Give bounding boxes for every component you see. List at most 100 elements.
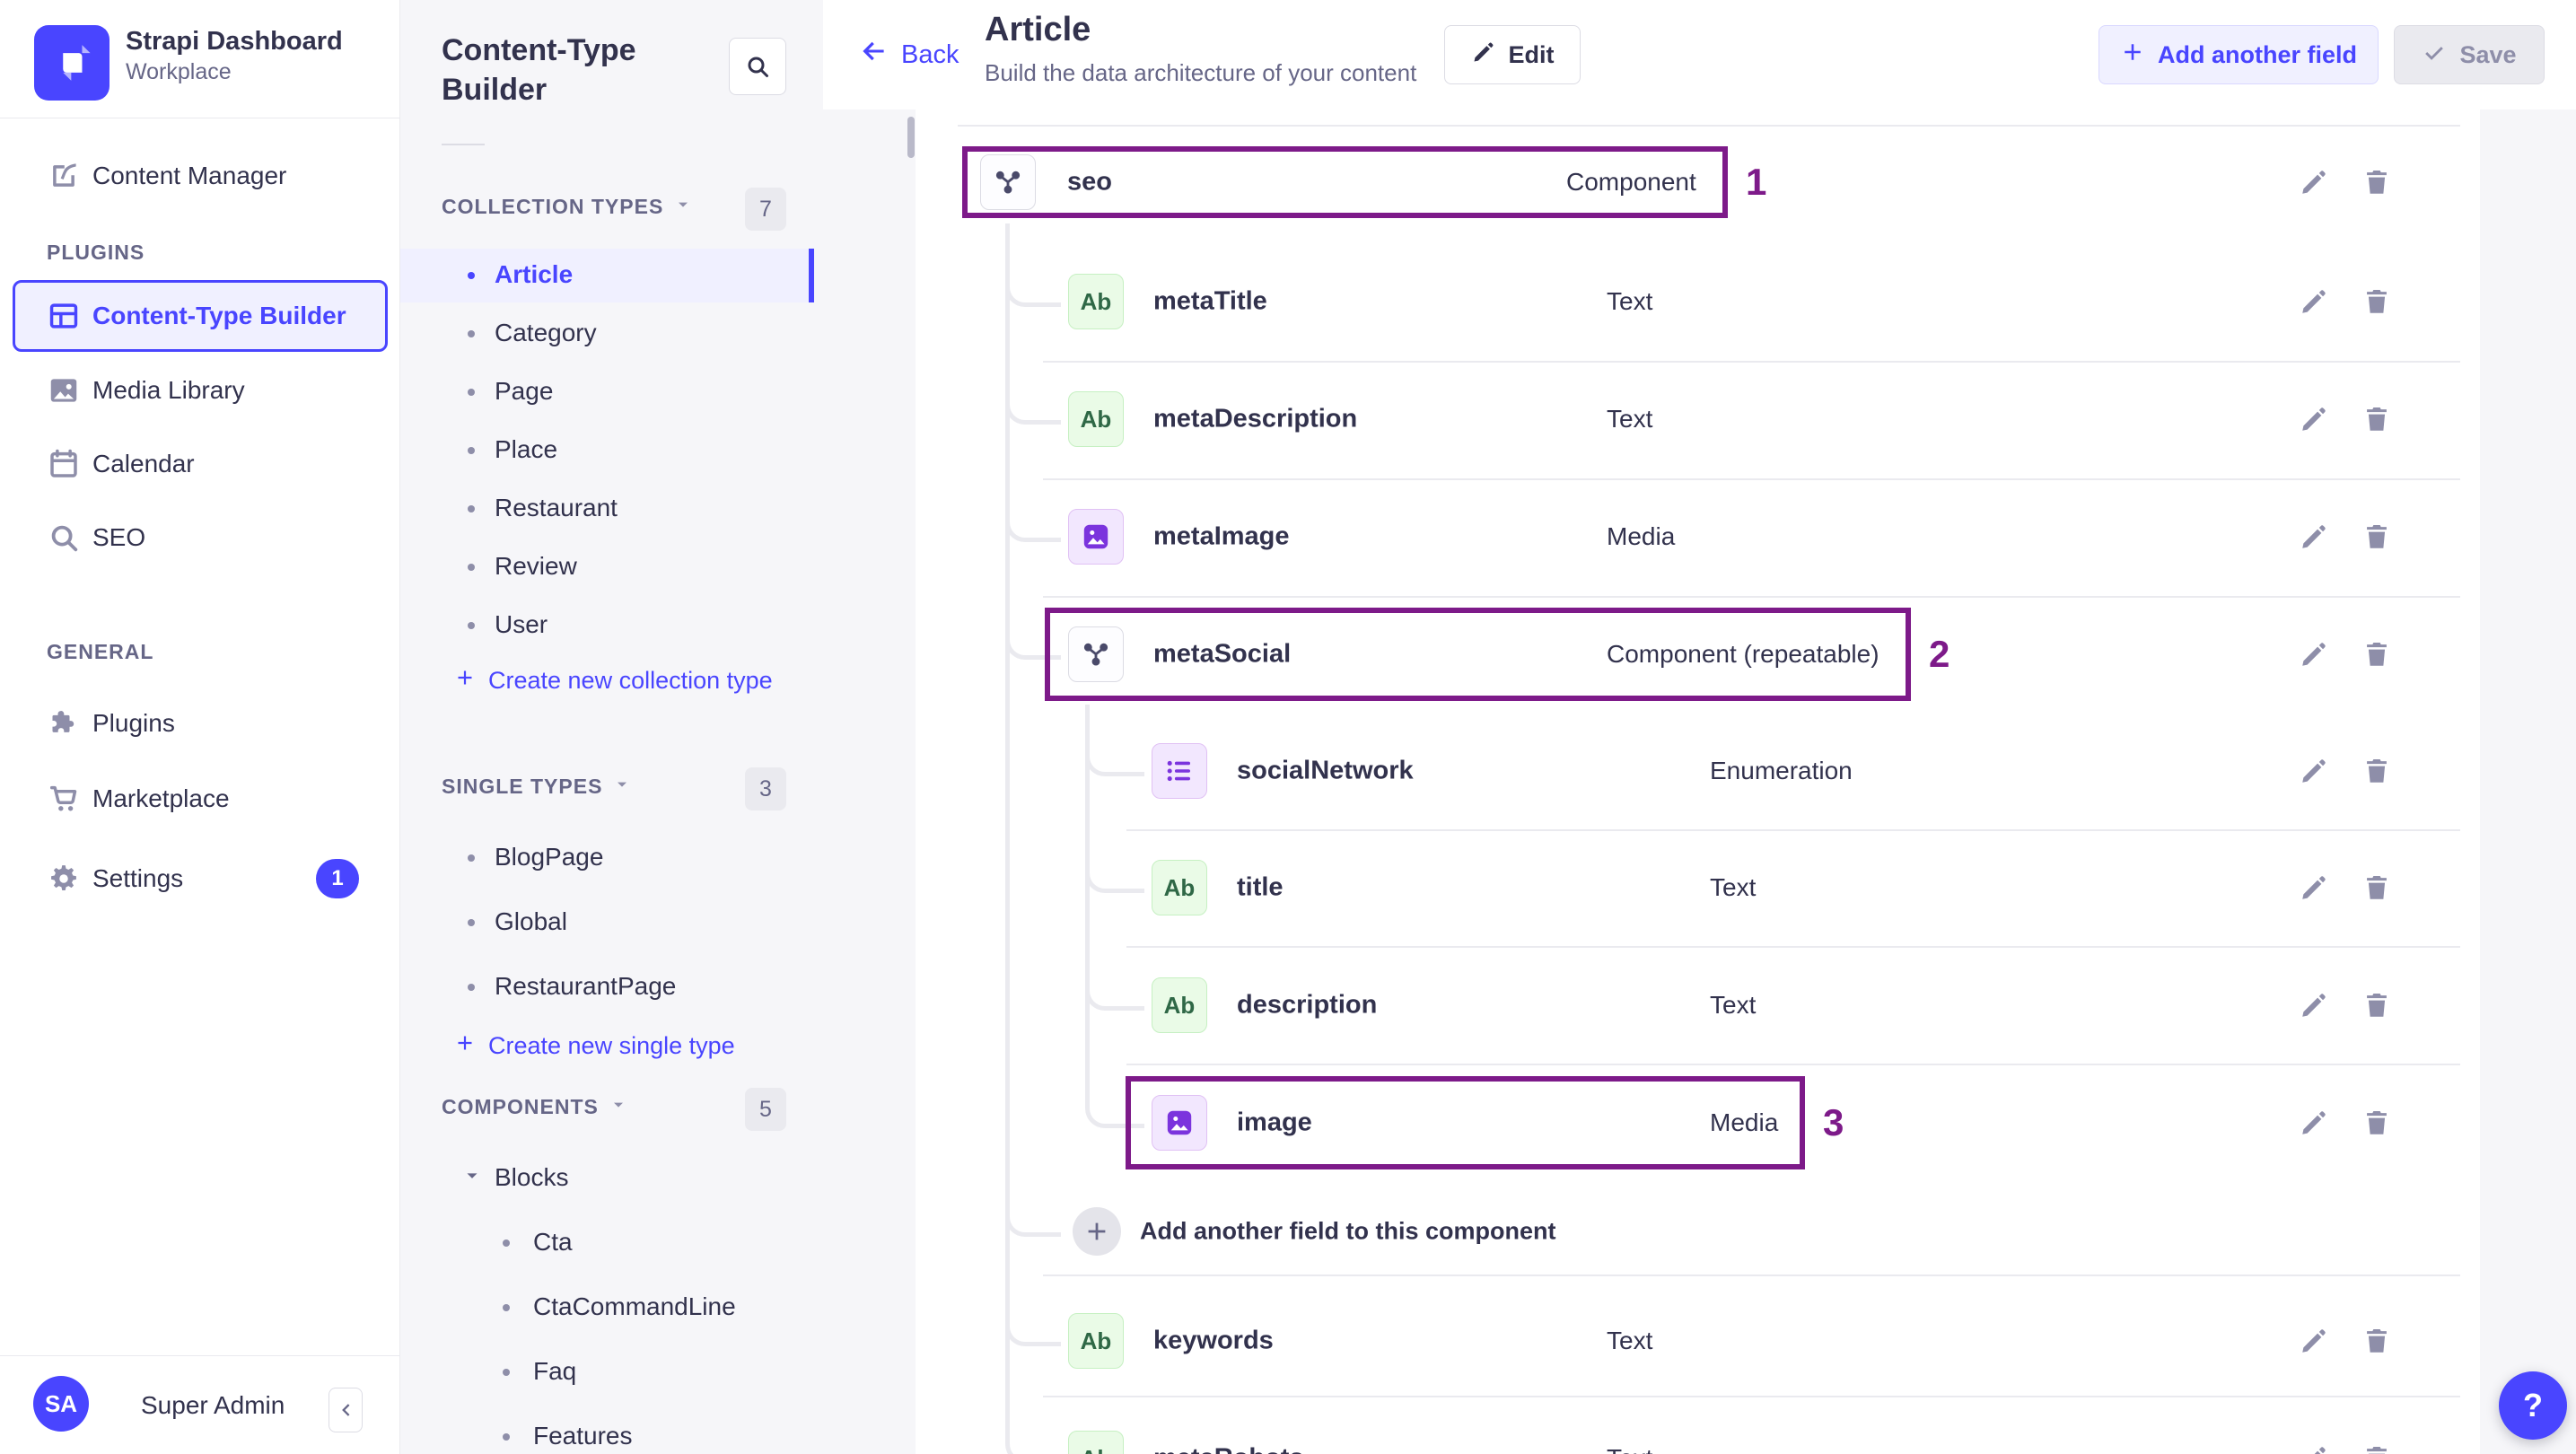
field-name: metaDescription [1153, 404, 1358, 434]
annotation-box-2 [1045, 608, 1911, 701]
add-field-to-component-label[interactable]: Add another field to this component [1140, 1218, 1555, 1246]
scrollbar-thumb[interactable] [907, 117, 915, 158]
enum-icon [1167, 760, 1190, 782]
edit-field-button[interactable] [2294, 985, 2334, 1025]
subnav-item-label: Cta [533, 1228, 573, 1256]
field-type-label: Text [1710, 873, 1757, 901]
add-field-to-component-button[interactable] [1073, 1207, 1121, 1256]
edit-field-button[interactable] [2294, 399, 2334, 439]
save-button[interactable]: Save [2394, 25, 2545, 84]
subnav-count-badge: 5 [745, 1088, 786, 1131]
delete-field-button[interactable] [2357, 162, 2396, 202]
annotation-box-1 [962, 146, 1728, 218]
sidebar-divider [0, 1355, 400, 1356]
subnav-item-label: Review [495, 552, 577, 580]
edit-field-button[interactable] [2294, 1321, 2334, 1361]
trash-icon [2367, 407, 2387, 431]
strapi-app: Strapi Dashboard Workplace Content Manag… [0, 0, 2576, 1454]
sidebar-item-content-type-builder[interactable]: Content-Type Builder [0, 287, 400, 345]
chevron-down-icon [609, 1095, 627, 1119]
caret-down-icon [618, 782, 627, 787]
calendar-icon-wrap [47, 447, 81, 481]
subnav-section-header-components[interactable]: COMPONENTS [442, 1095, 627, 1119]
back-label: Back [901, 39, 959, 69]
edit-field-button[interactable] [2294, 868, 2334, 907]
tree-elbow [1005, 269, 1061, 307]
delete-field-button[interactable] [2357, 985, 2396, 1025]
sidebar-item-label: Settings [92, 864, 184, 892]
chevron-down-icon [674, 195, 692, 219]
annotation-number-2: 2 [1929, 633, 1950, 675]
delete-field-button[interactable] [2357, 868, 2396, 907]
pencil-icon [2302, 1111, 2326, 1134]
sidebar-item-media-library[interactable]: Media Library [0, 362, 400, 419]
sidebar-item-seo[interactable]: SEO [0, 509, 400, 566]
delete-field-button[interactable] [2357, 282, 2396, 321]
delete-field-button[interactable] [2357, 635, 2396, 674]
plus-icon [458, 1036, 472, 1050]
edit-field-button[interactable] [2294, 1439, 2334, 1454]
delete-field-button[interactable] [2357, 751, 2396, 791]
subnav-count-badge: 3 [745, 767, 786, 810]
subnav-item-label: RestaurantPage [495, 972, 677, 1000]
edit-field-button[interactable] [2294, 1103, 2334, 1143]
edit-field-button[interactable] [2294, 282, 2334, 321]
check-icon [2422, 39, 2447, 71]
subnav-section-header-single-types[interactable]: SINGLE TYPES [442, 775, 631, 799]
search-icon-wrap [47, 521, 81, 555]
trash-icon [2367, 1446, 2387, 1454]
edit-field-button[interactable] [2294, 517, 2334, 556]
sidebar-collapse-button[interactable] [329, 1388, 363, 1432]
trash-icon [2367, 1110, 2387, 1134]
sidebar-item-calendar[interactable]: Calendar [0, 435, 400, 493]
add-another-field-button[interactable]: Add another field [2098, 25, 2379, 84]
subnav-title: Content-Type Builder [442, 33, 636, 107]
content-type-builder-subnav: Content-Type Builder COLLECTION TYPES 7 Ar… [400, 0, 823, 1454]
trash-icon [2367, 170, 2387, 194]
subnav-item-label: Category [495, 319, 597, 346]
subnav-action-create-new-single-type[interactable]: Create new single type [454, 1032, 735, 1060]
delete-field-button[interactable] [2357, 1103, 2396, 1143]
bullet-icon [468, 564, 475, 571]
bullet-icon [503, 1304, 510, 1311]
field-type-label: Text [1710, 991, 1757, 1019]
sidebar-item-marketplace[interactable]: Marketplace [0, 770, 400, 828]
delete-field-button[interactable] [2357, 1439, 2396, 1454]
help-button[interactable]: ? [2499, 1371, 2567, 1440]
subnav-action-create-new-collection-type[interactable]: Create new collection type [454, 667, 773, 695]
sidebar-item-content-manager[interactable]: Content Manager [0, 147, 400, 205]
annotation-number-1: 1 [1746, 161, 1767, 203]
delete-field-button[interactable] [2357, 1321, 2396, 1361]
user-name: Super Admin [141, 1391, 285, 1419]
subnav-count-badge: 7 [745, 188, 786, 231]
sidebar-item-settings[interactable]: Settings 1 [0, 850, 400, 907]
check-icon [2425, 46, 2444, 60]
delete-field-button[interactable] [2357, 399, 2396, 439]
field-type-text-icon: Ab [1152, 977, 1207, 1033]
search-button[interactable] [729, 38, 786, 95]
pen-icon [53, 163, 76, 187]
subnav-section-header-collection-types[interactable]: COLLECTION TYPES [442, 195, 692, 219]
sidebar-item-plugins[interactable]: Plugins [0, 695, 400, 752]
edit-field-button[interactable] [2294, 162, 2334, 202]
edit-button[interactable]: Edit [1444, 25, 1581, 84]
row-divider [1126, 829, 2460, 831]
trash-icon [2367, 642, 2387, 666]
field-type-text-icon: Ab [1068, 1313, 1124, 1369]
subnav-group-blocks[interactable]: Blocks [462, 1163, 568, 1192]
field-type-label: Media [1607, 522, 1676, 550]
bullet-icon [468, 984, 475, 991]
cart-icon-wrap [47, 782, 81, 816]
edit-field-button[interactable] [2294, 751, 2334, 791]
field-type-label: Text [1607, 287, 1653, 315]
edit-label: Edit [1508, 40, 1555, 68]
delete-field-button[interactable] [2357, 517, 2396, 556]
arrow-left-icon [863, 41, 884, 61]
back-link[interactable]: Back [858, 36, 959, 74]
sidebar-item-label: Content Manager [92, 162, 287, 189]
sidebar-item-label: SEO [92, 523, 146, 551]
field-type-text-icon: Ab [1068, 274, 1124, 329]
field-type-label: Enumeration [1710, 757, 1853, 784]
brand-subtitle: Workplace [126, 59, 232, 84]
edit-field-button[interactable] [2294, 635, 2334, 674]
